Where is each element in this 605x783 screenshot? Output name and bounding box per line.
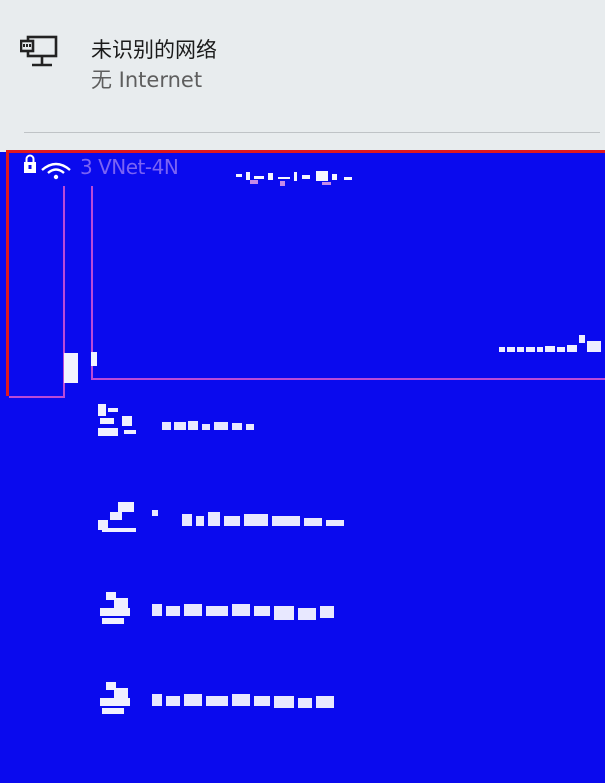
divider — [24, 132, 600, 133]
artifact-block — [64, 353, 78, 383]
network-list-item[interactable] — [96, 590, 436, 628]
lock-icon — [22, 154, 38, 174]
network-status: 无 Internet — [91, 68, 203, 92]
artifact-block — [91, 352, 97, 366]
network-list-item[interactable] — [96, 680, 436, 718]
artifact-line — [9, 396, 65, 398]
garbled-button[interactable] — [497, 329, 605, 357]
ethernet-icon — [19, 34, 64, 70]
network-ssid: 3 VNet-4N — [80, 155, 179, 179]
network-name: 未识别的网络 — [91, 38, 217, 62]
current-network-item[interactable]: 未识别的网络 无 Internet — [0, 0, 605, 152]
network-list-item[interactable] — [96, 498, 436, 536]
network-list-item[interactable] — [96, 402, 436, 440]
wifi-icon — [40, 158, 72, 180]
